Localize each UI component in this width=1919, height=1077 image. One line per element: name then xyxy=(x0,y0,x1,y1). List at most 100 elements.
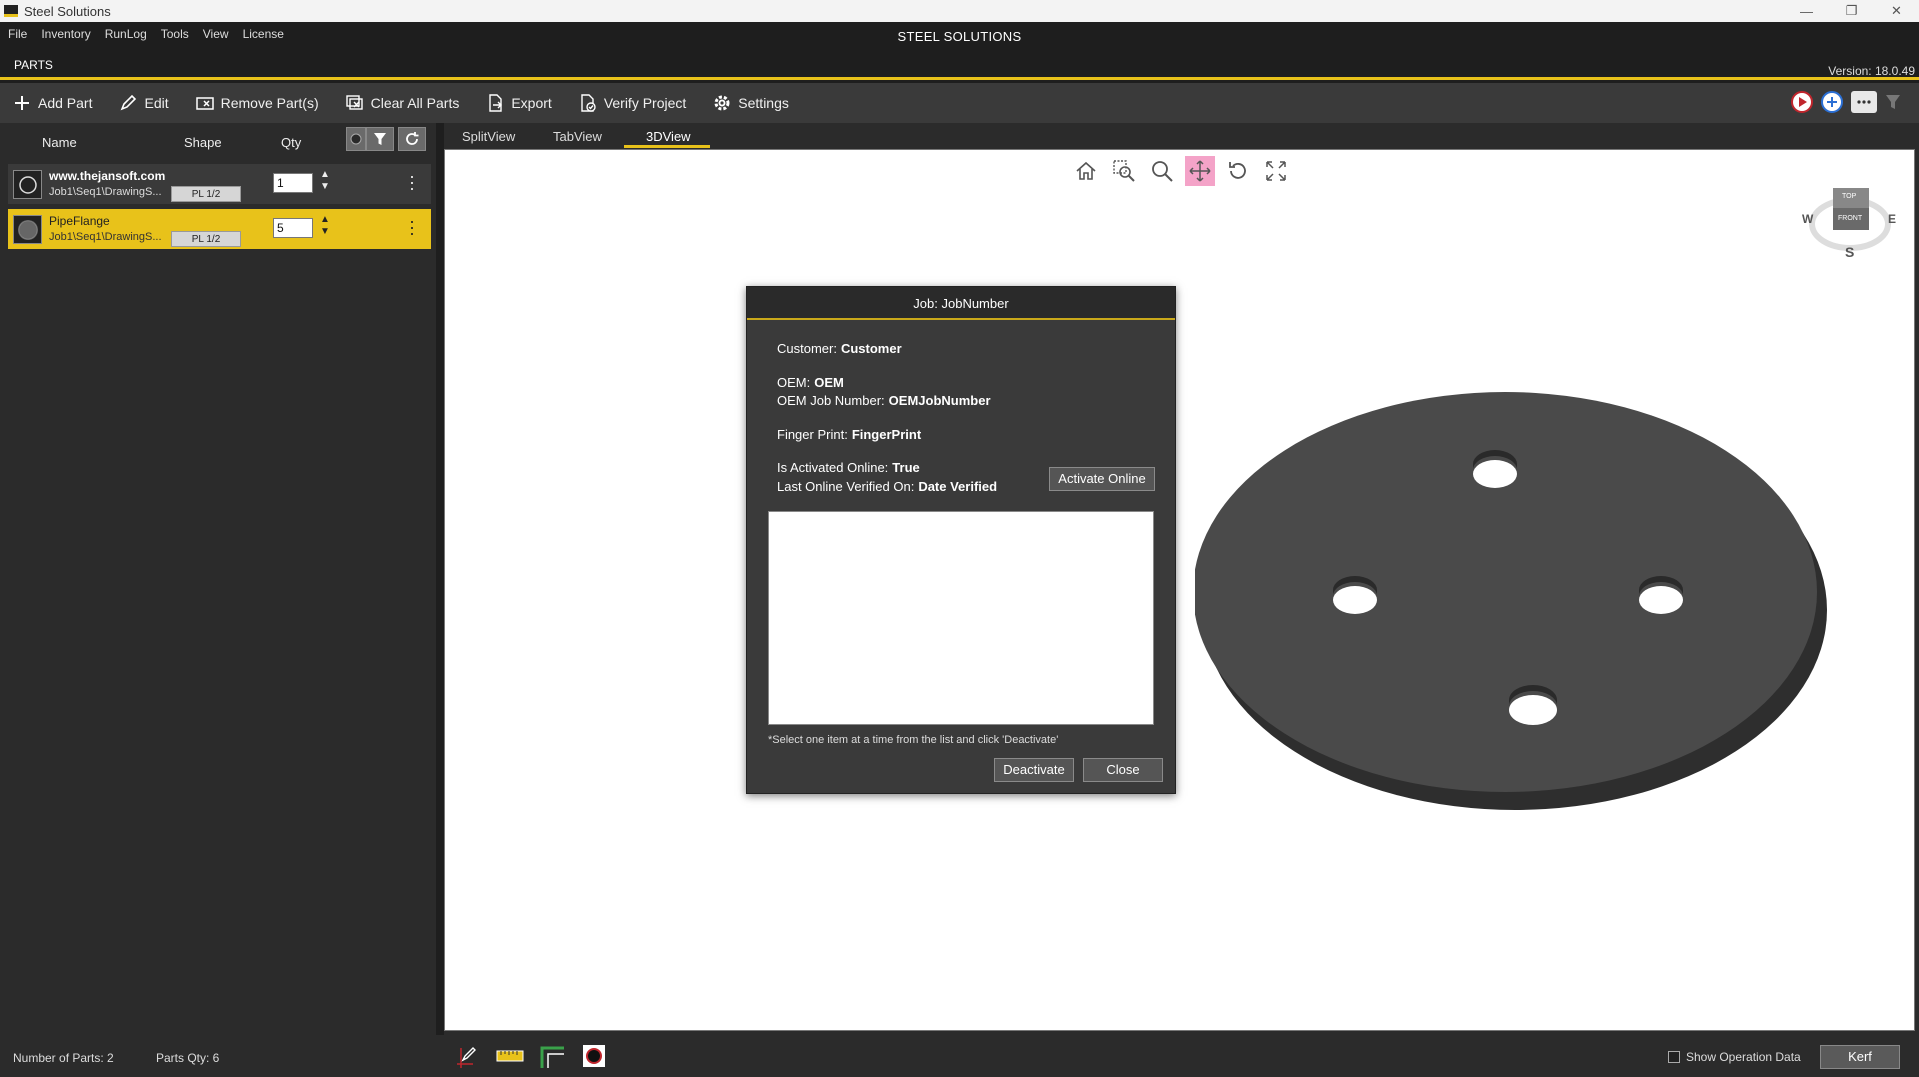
verify-project-button[interactable]: Verify Project xyxy=(578,93,686,113)
tab-parts[interactable]: PARTS xyxy=(14,58,53,72)
corner-tool-button[interactable] xyxy=(538,1043,566,1069)
magnifier-icon xyxy=(1152,161,1173,182)
part-qty-input[interactable]: 5 xyxy=(273,218,313,238)
dialog-title: Job: JobNumber xyxy=(747,287,1175,320)
edit-button[interactable]: Edit xyxy=(118,93,169,113)
compass-south: S xyxy=(1845,244,1855,260)
refresh-icon xyxy=(406,132,419,145)
expand-icon xyxy=(1266,161,1286,181)
fit-extents-button[interactable] xyxy=(1261,156,1291,186)
rotate-button[interactable] xyxy=(1223,156,1253,186)
close-window-button[interactable]: ✕ xyxy=(1874,0,1919,22)
oem-value: OEM xyxy=(814,375,844,390)
oem-label: OEM: xyxy=(777,375,811,390)
chat-button[interactable] xyxy=(1851,91,1877,113)
pan-button[interactable] xyxy=(1185,156,1215,186)
gear-icon xyxy=(714,95,730,111)
view-area: SplitView TabView 3DView TOP FRONT W E S xyxy=(444,123,1919,1035)
part-shape-badge: PL 1/2 xyxy=(171,231,241,247)
refresh-button[interactable] xyxy=(398,127,426,151)
customer-line: Customer: Customer xyxy=(777,341,902,356)
home-view-button[interactable] xyxy=(1071,156,1101,186)
view-toolbar xyxy=(1071,156,1291,186)
dialog-hint: *Select one item at a time from the list… xyxy=(768,734,1059,746)
show-operation-data-label: Show Operation Data xyxy=(1686,1050,1801,1064)
clear-all-parts-button[interactable]: Clear All Parts xyxy=(345,93,459,113)
part-menu-button[interactable]: · · · xyxy=(409,167,415,197)
pan-arrows-icon xyxy=(1189,160,1211,182)
column-header-name[interactable]: Name xyxy=(42,135,77,150)
tab-tabview[interactable]: TabView xyxy=(553,129,602,144)
view-cube-front: FRONT xyxy=(1838,215,1863,222)
view-cube-top: TOP xyxy=(1842,193,1857,200)
funnel-icon xyxy=(374,133,386,145)
verify-project-label: Verify Project xyxy=(603,95,687,111)
part-thumbnail xyxy=(13,215,42,244)
column-header-shape[interactable]: Shape xyxy=(184,135,222,150)
verified-value: Date Verified xyxy=(918,479,998,494)
filter-button[interactable] xyxy=(366,127,394,151)
corner-icon xyxy=(540,1046,564,1068)
status-dot-button[interactable] xyxy=(346,127,366,151)
export-button[interactable]: Export xyxy=(485,93,552,113)
part-path: Job1\Seq1\DrawingS... xyxy=(49,231,162,243)
3d-canvas[interactable]: TOP FRONT W E S xyxy=(444,149,1915,1031)
remove-parts-label: Remove Part(s) xyxy=(220,95,319,111)
zoom-window-button[interactable] xyxy=(1109,156,1139,186)
settings-label: Settings xyxy=(738,95,789,111)
minimize-button[interactable]: — xyxy=(1784,0,1829,22)
settings-button[interactable]: Settings xyxy=(712,93,789,113)
verify-document-icon xyxy=(581,94,596,112)
activate-online-button[interactable]: Activate Online xyxy=(1049,467,1155,491)
verified-label: Last Online Verified On: xyxy=(777,479,915,494)
pencil-icon xyxy=(121,94,137,111)
fingerprint-value: FingerPrint xyxy=(851,427,922,442)
filter-icon[interactable] xyxy=(1885,93,1901,111)
show-operation-data-checkbox[interactable] xyxy=(1668,1051,1680,1063)
toolbar-right-icons xyxy=(1791,91,1901,113)
view-tabs: SplitView TabView 3DView xyxy=(444,123,1919,149)
menu-bar: File Inventory RunLog Tools View License… xyxy=(0,22,1919,46)
activation-list[interactable] xyxy=(768,511,1154,725)
part-row[interactable]: www.thejansoft.com Job1\Seq1\DrawingS...… xyxy=(8,164,431,204)
activated-line: Is Activated Online: True xyxy=(777,460,920,475)
close-button[interactable]: Close xyxy=(1083,758,1163,782)
activated-label: Is Activated Online: xyxy=(777,460,889,475)
qty-stepper[interactable]: ▲ ▼ xyxy=(320,214,330,238)
deactivate-button[interactable]: Deactivate xyxy=(994,758,1074,782)
ruler-button[interactable] xyxy=(496,1043,524,1069)
remove-parts-button[interactable]: Remove Part(s) xyxy=(195,93,319,113)
tab-splitview[interactable]: SplitView xyxy=(462,129,515,144)
add-part-button[interactable]: Add Part xyxy=(12,93,92,113)
restore-button[interactable]: ❐ xyxy=(1829,0,1874,22)
zoom-button[interactable] xyxy=(1147,156,1177,186)
part-menu-button[interactable]: · · · xyxy=(409,212,415,242)
dot-icon xyxy=(350,133,362,145)
add-circle-button[interactable] xyxy=(1821,91,1843,113)
draw-tool-button[interactable] xyxy=(454,1043,482,1069)
activated-value: True xyxy=(892,460,920,475)
qty-stepper[interactable]: ▲ ▼ xyxy=(320,169,330,193)
oem-job-line: OEM Job Number: OEMJobNumber xyxy=(777,393,991,408)
plus-circle-icon xyxy=(1827,97,1837,107)
parts-filter-group xyxy=(346,127,432,151)
part-name: www.thejansoft.com xyxy=(49,169,166,183)
record-button[interactable] xyxy=(580,1043,608,1069)
column-header-qty[interactable]: Qty xyxy=(281,135,301,150)
active-tab-indicator xyxy=(624,145,710,148)
tab-3dview[interactable]: 3DView xyxy=(646,129,691,144)
compass-west: W xyxy=(1802,212,1814,226)
run-button[interactable] xyxy=(1791,91,1813,113)
part-row[interactable]: PipeFlange Job1\Seq1\DrawingS... PL 1/2 … xyxy=(8,209,431,249)
part-path: Job1\Seq1\DrawingS... xyxy=(49,186,162,198)
flange-thumb-icon xyxy=(17,219,38,240)
pencil-axis-icon xyxy=(457,1047,476,1068)
kerf-button[interactable]: Kerf xyxy=(1820,1045,1900,1069)
part-qty-input[interactable]: 1 xyxy=(273,173,313,193)
view-cube[interactable]: TOP FRONT W E S xyxy=(1800,176,1900,266)
customer-label: Customer: xyxy=(777,341,837,356)
clear-all-icon xyxy=(345,95,363,110)
part-thumbnail xyxy=(13,170,42,199)
show-operation-data-toggle[interactable]: Show Operation Data xyxy=(1668,1050,1801,1064)
plus-icon xyxy=(15,96,29,110)
